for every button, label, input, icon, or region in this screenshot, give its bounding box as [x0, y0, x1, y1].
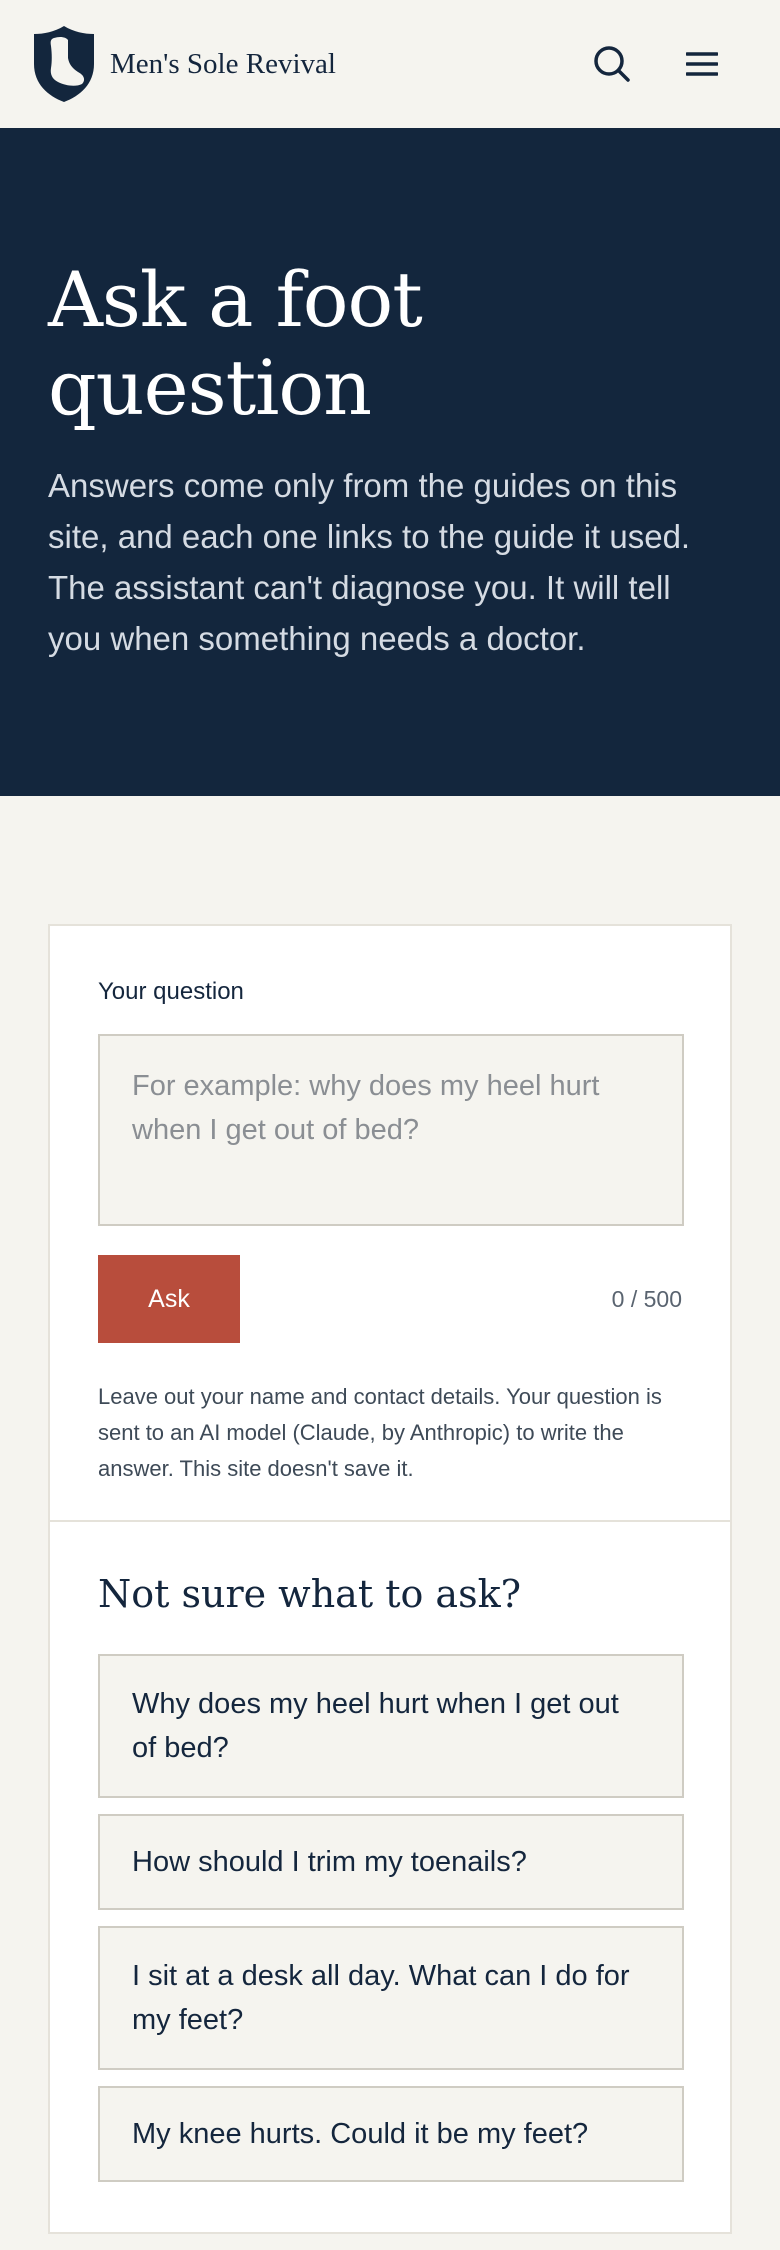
question-label: Your question	[98, 978, 244, 1005]
question-input[interactable]	[98, 1034, 684, 1226]
ask-row: Ask 0 / 500	[98, 1255, 682, 1343]
character-counter: 0 / 500	[611, 1285, 682, 1312]
menu-button[interactable]	[682, 44, 722, 84]
header-actions	[592, 44, 722, 84]
page-title: Ask a foot question	[48, 255, 423, 432]
search-button[interactable]	[592, 44, 632, 84]
site-header: Men's Sole Revival	[0, 0, 780, 128]
search-icon	[594, 46, 630, 82]
question-card: Your question Ask 0 / 500 Leave out your…	[48, 924, 732, 2234]
hamburger-menu-icon	[686, 52, 718, 76]
suggestion-list: Why does my heel hurt when I get out of …	[98, 1654, 684, 2182]
brand-name[interactable]: Men's Sole Revival	[110, 48, 336, 81]
question-form: Your question Ask 0 / 500 Leave out your…	[50, 926, 730, 1522]
foot-shield-icon[interactable]	[32, 24, 96, 104]
suggestions-title: Not sure what to ask?	[98, 1572, 521, 1616]
ask-button[interactable]: Ask	[98, 1255, 240, 1343]
suggestion-button[interactable]: Why does my heel hurt when I get out of …	[98, 1654, 684, 1798]
hero-description: Answers come only from the guides on thi…	[48, 467, 691, 657]
privacy-disclaimer: Leave out your name and contact details.…	[98, 1384, 662, 1481]
suggestion-button[interactable]: I sit at a desk all day. What can I do f…	[98, 1926, 684, 2070]
suggestion-button[interactable]: My knee hurts. Could it be my feet?	[98, 2086, 684, 2182]
suggestion-button[interactable]: How should I trim my toenails?	[98, 1814, 684, 1910]
suggestions-section: Not sure what to ask? Why does my heel h…	[50, 1522, 730, 2182]
hero-section: Ask a foot question Answers come only fr…	[0, 128, 780, 796]
